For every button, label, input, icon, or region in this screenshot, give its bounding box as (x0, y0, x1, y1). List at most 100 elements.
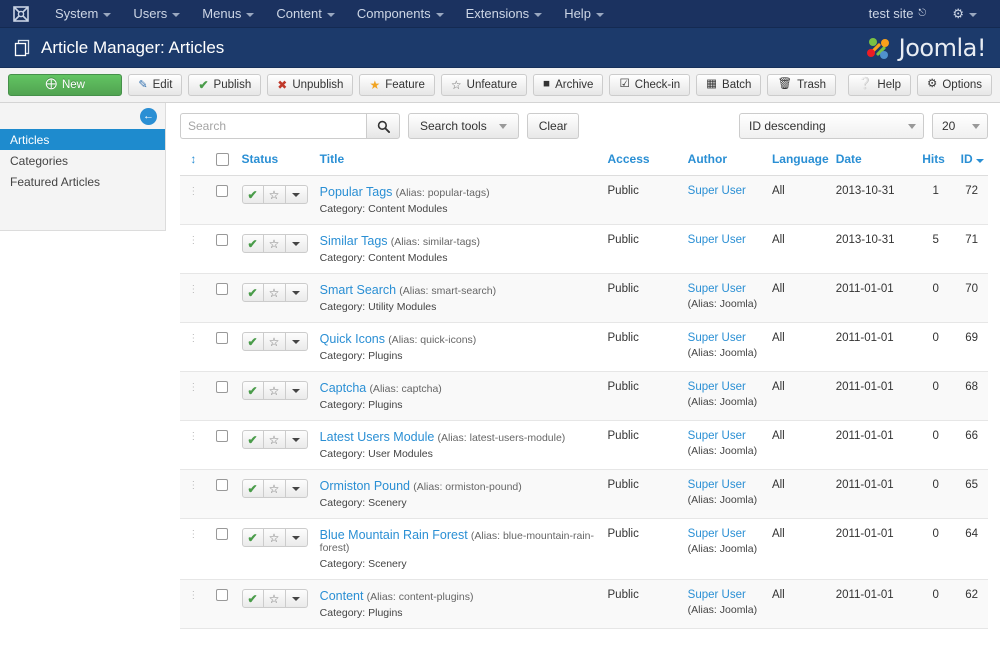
new-button[interactable]: ⨁ New (8, 74, 122, 96)
drag-handle-icon[interactable]: ⋮ (188, 383, 198, 393)
sort-order-select[interactable]: ID descending (739, 113, 924, 139)
feature-toggle-button[interactable]: ☆ (264, 185, 286, 204)
feature-toggle-button[interactable]: ☆ (264, 479, 286, 498)
row-checkbox[interactable] (216, 283, 228, 295)
clear-filters-button[interactable]: Clear (527, 113, 580, 139)
status-dropdown-button[interactable] (286, 283, 308, 302)
row-checkbox[interactable] (216, 589, 228, 601)
sidebar-item-featured-articles[interactable]: Featured Articles (0, 171, 165, 192)
column-header-ordering[interactable]: ↕ (180, 148, 207, 176)
feature-toggle-button[interactable]: ☆ (264, 234, 286, 253)
status-dropdown-button[interactable] (286, 381, 308, 400)
feature-toggle-button[interactable]: ☆ (264, 283, 286, 302)
nav-item-menus[interactable]: Menus (191, 2, 265, 25)
publish-toggle-button[interactable]: ✔ (242, 381, 264, 400)
author-link[interactable]: Super User (688, 430, 746, 442)
select-all-checkbox[interactable] (216, 153, 229, 166)
nav-item-components[interactable]: Components (346, 2, 455, 25)
help-button[interactable]: ❔ Help (848, 74, 911, 96)
drag-handle-icon[interactable]: ⋮ (188, 481, 198, 491)
unpublish-button[interactable]: ✖ Unpublish (267, 74, 353, 96)
author-link[interactable]: Super User (688, 234, 746, 246)
status-dropdown-button[interactable] (286, 234, 308, 253)
trash-button[interactable]: 🗑 Trash (767, 74, 836, 96)
drag-handle-icon[interactable]: ⋮ (188, 591, 198, 601)
sidebar-item-articles[interactable]: Articles (0, 129, 165, 150)
search-tools-button[interactable]: Search tools (408, 113, 519, 139)
column-header-hits[interactable]: Hits (908, 148, 949, 176)
column-header-title[interactable]: Title (316, 148, 604, 176)
feature-toggle-button[interactable]: ☆ (264, 528, 286, 547)
row-checkbox[interactable] (216, 234, 228, 246)
archive-button[interactable]: ■ Archive (533, 74, 603, 96)
publish-toggle-button[interactable]: ✔ (242, 430, 264, 449)
publish-toggle-button[interactable]: ✔ (242, 479, 264, 498)
collapse-left-icon[interactable]: ← (140, 108, 157, 125)
row-checkbox[interactable] (216, 479, 228, 491)
search-submit-button[interactable] (366, 113, 400, 139)
publish-toggle-button[interactable]: ✔ (242, 185, 264, 204)
nav-item-users[interactable]: Users (122, 2, 191, 25)
options-button[interactable]: ⚙ Options (917, 74, 992, 96)
publish-toggle-button[interactable]: ✔ (242, 528, 264, 547)
article-title-link[interactable]: Smart Search (320, 283, 396, 297)
sidebar-item-categories[interactable]: Categories (0, 150, 165, 171)
author-link[interactable]: Super User (688, 185, 746, 197)
feature-toggle-button[interactable]: ☆ (264, 332, 286, 351)
article-title-link[interactable]: Captcha (320, 381, 367, 395)
feature-toggle-button[interactable]: ☆ (264, 589, 286, 608)
nav-item-content[interactable]: Content (265, 2, 346, 25)
author-link[interactable]: Super User (688, 381, 746, 393)
article-title-link[interactable]: Quick Icons (320, 332, 385, 346)
nav-item-extensions[interactable]: Extensions (455, 2, 554, 25)
author-link[interactable]: Super User (688, 589, 746, 601)
admin-settings-menu[interactable]: ⚙ (941, 2, 988, 26)
publish-toggle-button[interactable]: ✔ (242, 332, 264, 351)
nav-item-system[interactable]: System (44, 2, 122, 25)
row-checkbox[interactable] (216, 381, 228, 393)
author-link[interactable]: Super User (688, 528, 746, 540)
article-title-link[interactable]: Blue Mountain Rain Forest (320, 528, 468, 542)
status-dropdown-button[interactable] (286, 479, 308, 498)
publish-toggle-button[interactable]: ✔ (242, 589, 264, 608)
feature-toggle-button[interactable]: ☆ (264, 381, 286, 400)
row-checkbox[interactable] (216, 528, 228, 540)
list-limit-select[interactable]: 20 (932, 113, 988, 139)
article-title-link[interactable]: Latest Users Module (320, 430, 435, 444)
status-dropdown-button[interactable] (286, 332, 308, 351)
drag-handle-icon[interactable]: ⋮ (188, 432, 198, 442)
joomla-mark-icon[interactable] (12, 5, 30, 23)
article-title-link[interactable]: Ormiston Pound (320, 479, 410, 493)
feature-toggle-button[interactable]: ☆ (264, 430, 286, 449)
publish-toggle-button[interactable]: ✔ (242, 283, 264, 302)
preview-site-link[interactable]: test site ⎋ (858, 2, 938, 25)
article-title-link[interactable]: Content (320, 589, 364, 603)
row-checkbox[interactable] (216, 185, 228, 197)
author-link[interactable]: Super User (688, 479, 746, 491)
status-dropdown-button[interactable] (286, 185, 308, 204)
drag-handle-icon[interactable]: ⋮ (188, 187, 198, 197)
drag-handle-icon[interactable]: ⋮ (188, 285, 198, 295)
drag-handle-icon[interactable]: ⋮ (188, 530, 198, 540)
search-input[interactable] (180, 113, 366, 139)
publish-toggle-button[interactable]: ✔ (242, 234, 264, 253)
feature-button[interactable]: ★ Feature (359, 74, 434, 96)
batch-button[interactable]: ▦ Batch (696, 74, 761, 96)
status-dropdown-button[interactable] (286, 430, 308, 449)
drag-handle-icon[interactable]: ⋮ (188, 236, 198, 246)
column-header-id[interactable]: ID (949, 148, 988, 176)
column-header-author[interactable]: Author (684, 148, 768, 176)
article-title-link[interactable]: Similar Tags (320, 234, 388, 248)
row-checkbox[interactable] (216, 430, 228, 442)
status-dropdown-button[interactable] (286, 589, 308, 608)
column-header-status[interactable]: Status (238, 148, 316, 176)
unfeature-button[interactable]: ☆ Unfeature (441, 74, 527, 96)
checkin-button[interactable]: ☑ Check-in (609, 74, 690, 96)
column-header-language[interactable]: Language (768, 148, 832, 176)
column-header-date[interactable]: Date (832, 148, 908, 176)
publish-button[interactable]: ✔ Publish (188, 74, 261, 96)
author-link[interactable]: Super User (688, 332, 746, 344)
column-header-access[interactable]: Access (604, 148, 684, 176)
drag-handle-icon[interactable]: ⋮ (188, 334, 198, 344)
article-title-link[interactable]: Popular Tags (320, 185, 393, 199)
